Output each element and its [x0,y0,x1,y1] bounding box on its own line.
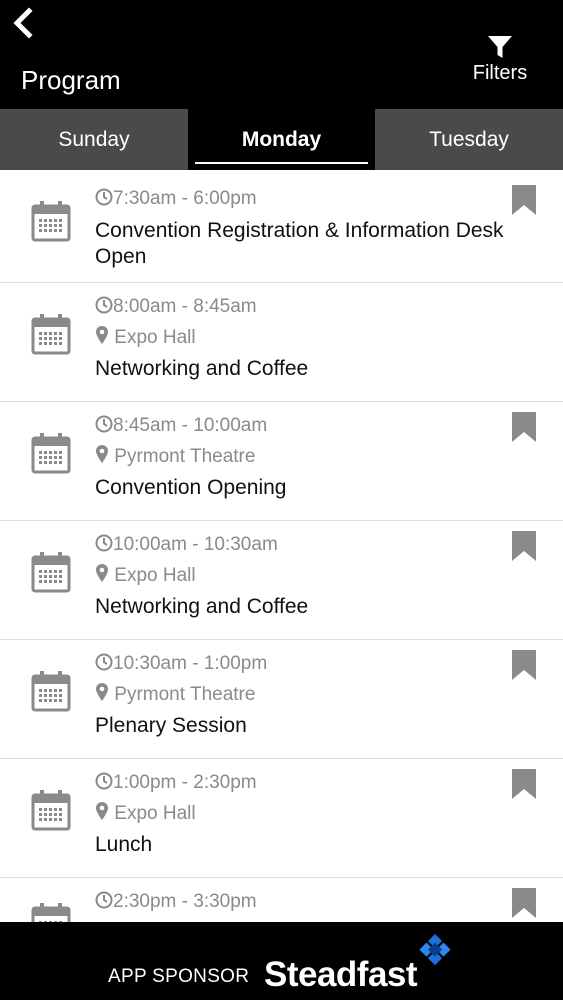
event-row[interactable]: 1:00pm - 2:30pm Expo Hall Lunch [0,759,563,878]
event-time-text: 2:30pm - 3:30pm [113,891,257,912]
calendar-icon [31,201,71,242]
tab-monday-label: Monday [241,127,322,151]
event-row[interactable]: 2:30pm - 3:30pm [0,878,563,922]
event-location: Expo Hall [95,563,196,588]
event-title: Lunch [95,833,153,856]
event-title: Plenary Session [95,714,247,737]
event-row[interactable]: 10:30am - 1:00pm Pyrmont Theatre Plenary … [0,640,563,759]
calendar-icon [31,903,71,922]
event-time-text: 8:45am - 10:00am [113,415,268,436]
event-time: 8:45am - 10:00am [95,414,267,438]
clock-icon [95,188,113,206]
event-title: Convention Opening [95,476,287,499]
event-location: Expo Hall [95,325,196,350]
calendar-icon [31,552,71,593]
chevron-left-icon [13,7,33,39]
calendar-icon [31,433,71,474]
sponsor-logo-icon [419,934,451,966]
event-location-text: Expo Hall [114,565,196,586]
clock-icon [95,653,113,671]
event-row[interactable]: 8:00am - 8:45am Expo Hall Networking and … [0,283,563,402]
clock-icon [95,415,113,433]
event-title: Networking and Coffee [95,357,309,380]
map-pin-icon [96,564,108,582]
back-button[interactable] [8,6,42,40]
clock-icon [95,891,113,909]
map-pin-icon [96,445,108,463]
map-pin-icon [96,326,108,344]
event-time-text: 10:00am - 10:30am [113,534,278,555]
clock-icon [95,772,113,790]
event-location: Pyrmont Theatre [95,444,255,469]
tab-tuesday[interactable]: Tuesday [375,109,563,170]
event-time: 2:30pm - 3:30pm [95,890,257,914]
event-row[interactable]: 7:30am - 6:00pm Convention Registration &… [0,170,563,283]
event-title: Convention Registration & Information De… [95,219,504,268]
sponsor-label: APP SPONSOR [108,966,250,987]
sponsor-bar: APP SPONSOR Steadfast [0,922,563,1000]
tab-monday[interactable]: Monday [188,109,375,170]
event-location-text: Pyrmont Theatre [114,446,256,467]
event-list[interactable]: 7:30am - 6:00pm Convention Registration &… [0,170,563,922]
sponsor-name: Steadfast [264,955,418,994]
event-time-text: 8:00am - 8:45am [113,296,257,317]
tab-sunday[interactable]: Sunday [0,109,188,170]
map-pin-icon [96,683,108,701]
clock-icon [95,296,113,314]
event-time: 8:00am - 8:45am [95,295,257,319]
bookmark-icon[interactable] [511,887,537,919]
event-time: 7:30am - 6:00pm [95,187,257,211]
day-tabs: Sunday Monday Tuesday [0,109,563,170]
event-location: Pyrmont Theatre [95,682,255,707]
bookmark-icon[interactable] [511,649,537,681]
calendar-icon [31,671,71,712]
event-time: 10:00am - 10:30am [95,533,278,557]
map-pin-icon [96,802,108,820]
page-title: Program [21,65,121,95]
event-location-text: Expo Hall [114,327,196,348]
calendar-icon [31,790,71,831]
event-time: 10:30am - 1:00pm [95,652,267,676]
event-time-text: 10:30am - 1:00pm [113,653,268,674]
event-title: Networking and Coffee [95,595,309,618]
filters-label: Filters [472,62,528,84]
event-time: 1:00pm - 2:30pm [95,771,257,795]
event-time-text: 7:30am - 6:00pm [113,188,257,209]
event-location-text: Expo Hall [114,803,196,824]
tab-active-indicator [195,162,368,164]
filter-icon [488,36,512,58]
event-location-text: Pyrmont Theatre [114,684,256,705]
bookmark-icon[interactable] [511,411,537,443]
clock-icon [95,534,113,552]
filters-button[interactable]: Filters [465,34,535,85]
app-header: Program Filters [0,0,563,109]
bookmark-icon[interactable] [511,768,537,800]
event-row[interactable]: 10:00am - 10:30am Expo Hall Networking an… [0,521,563,640]
event-location: Expo Hall [95,801,196,826]
calendar-icon [31,314,71,355]
bookmark-icon[interactable] [511,530,537,562]
event-time-text: 1:00pm - 2:30pm [113,772,257,793]
event-row[interactable]: 8:45am - 10:00am Pyrmont Theatre Conventi… [0,402,563,521]
bookmark-icon[interactable] [511,184,537,216]
